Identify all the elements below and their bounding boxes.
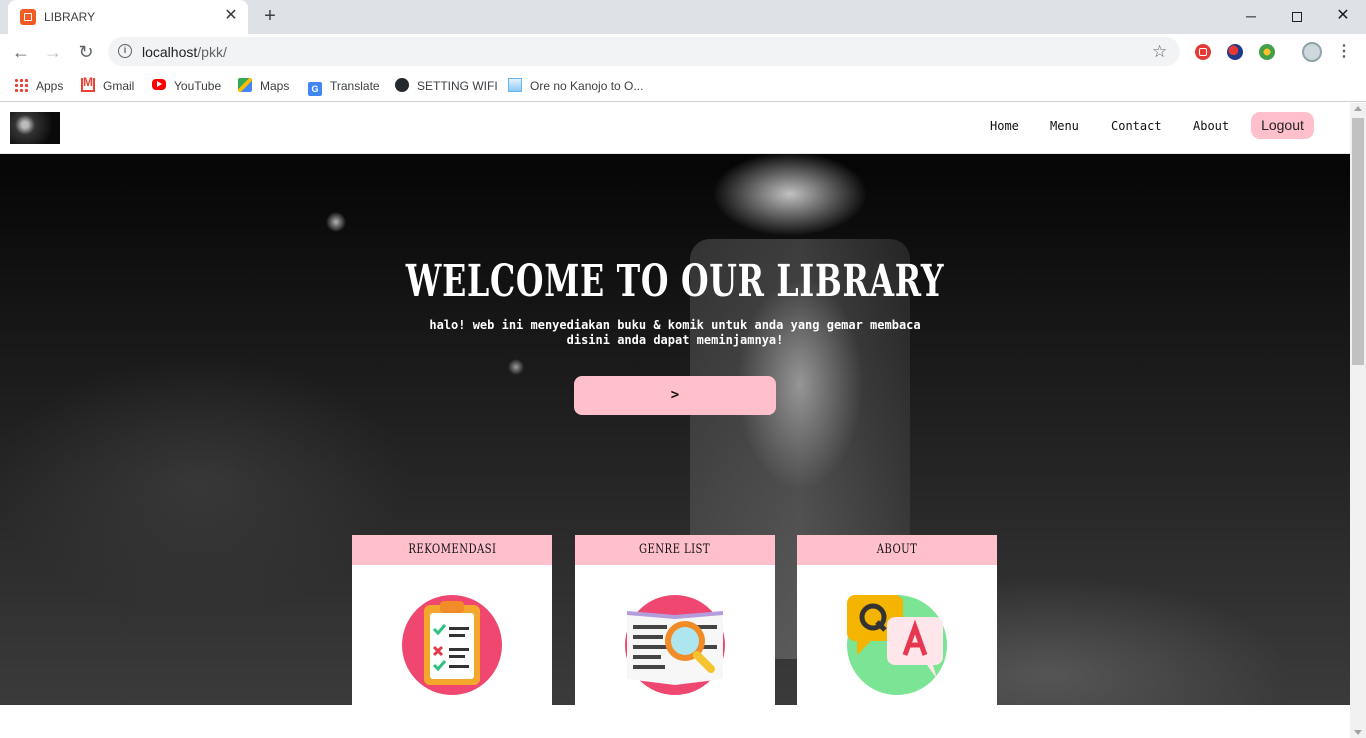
bookmark-maps[interactable]: Maps	[238, 77, 289, 95]
hero-subtitle: halo! web ini menyediakan buku & komik u…	[0, 318, 1350, 348]
card-header: GENRE LIST	[575, 535, 775, 565]
site-logo[interactable]	[10, 112, 60, 144]
github-icon	[395, 78, 409, 92]
minimize-button[interactable]: ─	[1236, 4, 1266, 28]
bookmark-label: SETTING WIFI	[417, 79, 498, 93]
nav-menu-link[interactable]: Menu	[1050, 119, 1079, 133]
tab-title: LIBRARY	[44, 10, 96, 24]
page-viewport: Home Menu Contact About Logout WELCOME T…	[0, 103, 1366, 738]
bookmark-setting-wifi[interactable]: SETTING WIFI	[395, 77, 498, 95]
qa-icon	[847, 595, 947, 695]
bookmark-label: Gmail	[103, 79, 135, 93]
card-title: GENRE LIST	[639, 542, 711, 557]
hero-next-button[interactable]: >	[574, 376, 776, 415]
card-genre-list[interactable]: GENRE LIST	[575, 535, 775, 705]
address-bar[interactable]: i localhost/pkk/ ☆	[108, 37, 1180, 66]
hero-title: WELCOME TO OUR LIBRARY	[405, 256, 945, 307]
bookmark-label: YouTube	[174, 79, 222, 93]
card-title: ABOUT	[876, 542, 918, 557]
translate-icon: G	[308, 82, 322, 96]
card-header: ABOUT	[797, 535, 997, 565]
bookmark-gmail[interactable]: Gmail	[81, 75, 135, 95]
profile-avatar[interactable]	[1302, 42, 1322, 62]
scrollbar-thumb[interactable]	[1352, 118, 1364, 365]
card-title: REKOMENDASI	[407, 542, 496, 557]
bookmark-label: Ore no Kanojo to O...	[530, 79, 644, 93]
more-options-icon[interactable]: ⋮	[1336, 42, 1352, 62]
bookmark-star-icon[interactable]: ☆	[1152, 42, 1167, 62]
forward-arrow-icon[interactable]: →	[41, 40, 65, 64]
tab-close-icon[interactable]: ✕	[222, 7, 240, 25]
url-path: /pkk/	[197, 44, 227, 60]
browser-toolbar: ← → ↻ i localhost/pkk/ ☆ ⋮	[0, 34, 1366, 70]
page-icon	[508, 78, 522, 92]
logout-button[interactable]: Logout	[1251, 112, 1314, 139]
browser-tab-strip: LIBRARY ✕ + ─ ✕	[0, 0, 1366, 34]
card-rekomendasi[interactable]: REKOMENDASI	[352, 535, 552, 705]
extension-green-icon[interactable]	[1259, 44, 1275, 60]
site-navbar: Home Menu Contact About Logout	[0, 103, 1350, 154]
xampp-favicon-icon	[20, 9, 36, 25]
bookmark-label: Apps	[36, 79, 64, 93]
card-about[interactable]: ABOUT	[797, 535, 997, 705]
book-search-icon	[625, 595, 725, 695]
youtube-icon	[152, 79, 166, 90]
maximize-button[interactable]	[1282, 4, 1312, 28]
extension-red-icon[interactable]	[1195, 44, 1211, 60]
browser-tab[interactable]: LIBRARY ✕	[8, 0, 248, 34]
hero-subtitle-line-2: disini anda dapat meminjamnya!	[566, 333, 784, 347]
bookmark-label: Translate	[330, 79, 380, 93]
hero-section: WELCOME TO OUR LIBRARY halo! web ini men…	[0, 154, 1350, 705]
nav-home-link[interactable]: Home	[990, 119, 1019, 133]
nav-contact-link[interactable]: Contact	[1111, 119, 1162, 133]
nav-about-link[interactable]: About	[1193, 119, 1229, 133]
back-arrow-icon[interactable]: ←	[9, 40, 33, 64]
reload-icon[interactable]: ↻	[74, 40, 98, 64]
gmail-icon	[81, 75, 95, 92]
close-window-button[interactable]: ✕	[1328, 4, 1358, 28]
maps-icon	[238, 78, 252, 92]
bookmark-label: Maps	[260, 79, 290, 93]
bookmarks-bar: Apps Gmail YouTube Maps G Translate SETTI…	[0, 70, 1366, 102]
checklist-icon	[402, 595, 502, 695]
restore-icon	[1292, 12, 1302, 22]
url-text[interactable]: localhost/pkk/	[142, 44, 227, 60]
bookmark-ore-no-kanojo[interactable]: Ore no Kanojo to O...	[508, 77, 643, 95]
hero-subtitle-line-1: halo! web ini menyediakan buku & komik u…	[429, 318, 921, 332]
page-scrollbar[interactable]	[1350, 103, 1366, 738]
scroll-up-arrow-icon[interactable]	[1354, 106, 1362, 111]
bookmark-apps[interactable]: Apps	[14, 77, 63, 95]
bookmark-youtube[interactable]: YouTube	[152, 77, 221, 95]
bookmark-translate[interactable]: G Translate	[308, 77, 380, 96]
card-header: REKOMENDASI	[352, 535, 552, 565]
site-info-icon[interactable]: i	[118, 44, 132, 58]
apps-icon	[14, 78, 28, 92]
extension-globe-icon[interactable]	[1227, 44, 1243, 60]
url-host: localhost	[142, 44, 198, 60]
scroll-down-arrow-icon[interactable]	[1354, 730, 1362, 735]
new-tab-button[interactable]: +	[259, 5, 281, 27]
